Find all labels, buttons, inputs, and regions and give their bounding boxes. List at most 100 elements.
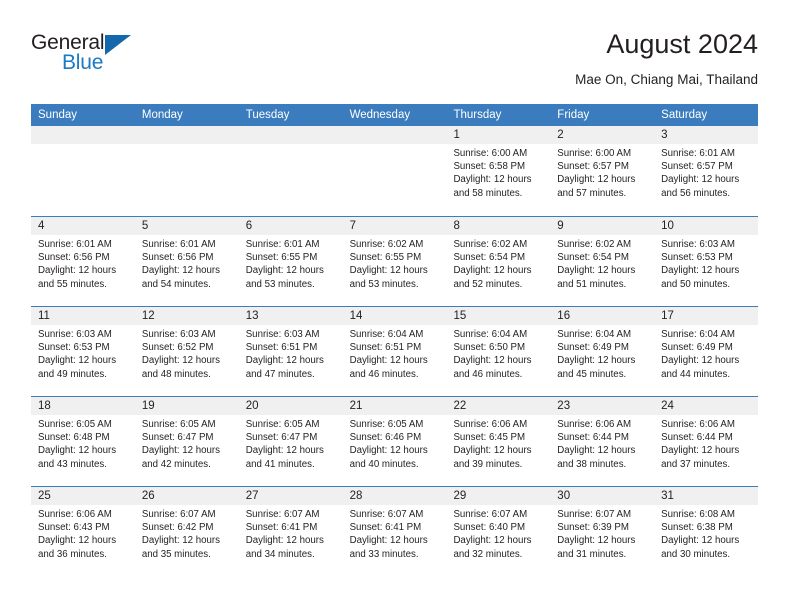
day-info-line: Daylight: 12 hours	[141, 535, 220, 547]
day-cell[interactable]: 4 Sunrise: 6:01 AM Sunset: 6:56 PM Daylight…	[31, 217, 135, 306]
day-number-band: 1	[446, 126, 551, 144]
day-info-line: Sunrise: 6:02 AM	[557, 239, 632, 250]
day-info-line: and 45 minutes.	[557, 368, 627, 380]
day-info-line: Daylight: 12 hours	[245, 445, 324, 457]
day-cell[interactable]: 15 Sunrise: 6:04 AM Sunset: 6:50 PM Dayligh…	[446, 307, 551, 396]
day-info-line: and 30 minutes.	[661, 548, 731, 560]
day-cell[interactable]: 26 Sunrise: 6:07 AM Sunset: 6:42 PM Dayligh…	[134, 487, 239, 576]
day-cell[interactable]: 29 Sunrise: 6:07 AM Sunset: 6:40 PM Dayligh…	[446, 487, 551, 576]
day-sun-info: Sunrise: 6:07 AM Sunset: 6:42 PM Daylight:…	[135, 505, 239, 561]
day-cell[interactable]: 2 Sunrise: 6:00 AM Sunset: 6:57 PM Daylight…	[550, 126, 655, 216]
day-sun-info: Sunrise: 6:03 AM Sunset: 6:53 PM Daylight:…	[654, 235, 758, 291]
day-info-line: Daylight: 12 hours	[557, 445, 636, 457]
day-cell[interactable]: 17 Sunrise: 6:04 AM Sunset: 6:49 PM Dayligh…	[654, 307, 759, 396]
day-sun-info: Sunrise: 6:07 AM Sunset: 6:41 PM Daylight:…	[343, 505, 447, 561]
day-cell[interactable]: 19 Sunrise: 6:05 AM Sunset: 6:47 PM Dayligh…	[134, 397, 239, 486]
day-info-line: Sunset: 6:51 PM	[349, 342, 422, 354]
day-cell[interactable]: 12 Sunrise: 6:03 AM Sunset: 6:52 PM Dayligh…	[134, 307, 239, 396]
day-info-line: Daylight: 12 hours	[453, 174, 532, 186]
day-info-line: Daylight: 12 hours	[245, 535, 324, 547]
day-info-line: and 46 minutes.	[453, 368, 523, 380]
day-number: 23	[557, 400, 571, 412]
day-cell[interactable]: 20 Sunrise: 6:05 AM Sunset: 6:47 PM Dayligh…	[238, 397, 343, 486]
day-cell-empty	[134, 126, 239, 216]
day-cell[interactable]: 8 Sunrise: 6:02 AM Sunset: 6:54 PM Daylight…	[446, 217, 551, 306]
day-cell[interactable]: 22 Sunrise: 6:06 AM Sunset: 6:45 PM Dayligh…	[446, 397, 551, 486]
day-cell[interactable]: 1 Sunrise: 6:00 AM Sunset: 6:58 PM Daylight…	[446, 126, 551, 216]
title-block: August 2024 Mae On, Chiang Mai, Thailand	[575, 28, 758, 89]
day-info-line: Sunset: 6:38 PM	[661, 522, 733, 534]
logo-text-blue: Blue	[62, 51, 104, 74]
day-number: 9	[557, 220, 564, 232]
day-info-line: Sunrise: 6:06 AM	[557, 419, 632, 430]
day-sun-info: Sunrise: 6:05 AM Sunset: 6:47 PM Daylight:…	[135, 415, 239, 471]
day-info-line: Sunset: 6:54 PM	[557, 252, 629, 264]
day-info-line: and 38 minutes.	[557, 458, 627, 470]
day-info-line: Sunset: 6:53 PM	[661, 252, 733, 264]
day-sun-info: Sunrise: 6:03 AM Sunset: 6:53 PM Daylight:…	[31, 325, 135, 381]
day-info-line: Daylight: 12 hours	[349, 265, 428, 277]
day-cell-empty	[31, 126, 135, 216]
day-cell[interactable]: 23 Sunrise: 6:06 AM Sunset: 6:44 PM Dayligh…	[550, 397, 655, 486]
day-info-line: Sunset: 6:41 PM	[349, 522, 422, 534]
day-sun-info: Sunrise: 6:02 AM Sunset: 6:55 PM Daylight:…	[343, 235, 447, 291]
day-number-band: 5	[134, 217, 239, 235]
day-info-line: and 53 minutes.	[349, 278, 419, 290]
day-cell[interactable]: 11 Sunrise: 6:03 AM Sunset: 6:53 PM Dayligh…	[31, 307, 135, 396]
week-row: 1 Sunrise: 6:00 AM Sunset: 6:58 PM Daylight…	[31, 126, 759, 216]
day-cell[interactable]: 10 Sunrise: 6:03 AM Sunset: 6:53 PM Dayligh…	[654, 217, 759, 306]
day-number-band: 21	[342, 397, 447, 415]
day-info-line: Daylight: 12 hours	[453, 445, 532, 457]
day-sun-info: Sunrise: 6:03 AM Sunset: 6:51 PM Daylight:…	[239, 325, 343, 381]
day-sun-info: Sunrise: 6:06 AM Sunset: 6:43 PM Daylight:…	[31, 505, 135, 561]
day-info-line: Sunset: 6:50 PM	[453, 342, 526, 354]
day-cell[interactable]: 25 Sunrise: 6:06 AM Sunset: 6:43 PM Dayligh…	[31, 487, 135, 576]
day-cell[interactable]: 18 Sunrise: 6:05 AM Sunset: 6:48 PM Dayligh…	[31, 397, 135, 486]
day-cell[interactable]: 13 Sunrise: 6:03 AM Sunset: 6:51 PM Dayligh…	[238, 307, 343, 396]
day-number: 3	[661, 129, 668, 141]
day-sun-info: Sunrise: 6:06 AM Sunset: 6:44 PM Daylight:…	[654, 415, 758, 471]
day-sun-info: Sunrise: 6:02 AM Sunset: 6:54 PM Daylight:…	[550, 235, 654, 291]
day-cell[interactable]: 24 Sunrise: 6:06 AM Sunset: 6:44 PM Dayligh…	[654, 397, 759, 486]
day-sun-info: Sunrise: 6:05 AM Sunset: 6:46 PM Daylight:…	[343, 415, 447, 471]
day-cell[interactable]: 27 Sunrise: 6:07 AM Sunset: 6:41 PM Dayligh…	[238, 487, 343, 576]
day-info-line: Daylight: 12 hours	[245, 355, 324, 367]
day-cell[interactable]: 9 Sunrise: 6:02 AM Sunset: 6:54 PM Daylight…	[550, 217, 655, 306]
day-sun-info: Sunrise: 6:06 AM Sunset: 6:45 PM Daylight:…	[446, 415, 550, 471]
day-info-line: Daylight: 12 hours	[453, 535, 532, 547]
day-info-line: Daylight: 12 hours	[557, 535, 636, 547]
day-info-line: Daylight: 12 hours	[141, 445, 220, 457]
day-cell[interactable]: 28 Sunrise: 6:07 AM Sunset: 6:41 PM Dayligh…	[342, 487, 447, 576]
day-cell[interactable]: 3 Sunrise: 6:01 AM Sunset: 6:57 PM Daylight…	[654, 126, 759, 216]
day-info-line: and 52 minutes.	[453, 278, 523, 290]
day-number-band: 4	[31, 217, 135, 235]
general-blue-logo[interactable]: General Blue	[31, 32, 151, 88]
day-info-line: Sunset: 6:53 PM	[38, 342, 110, 354]
day-cell[interactable]: 14 Sunrise: 6:04 AM Sunset: 6:51 PM Dayligh…	[342, 307, 447, 396]
day-number: 18	[38, 400, 51, 412]
day-info-line: Sunrise: 6:07 AM	[557, 509, 632, 520]
day-info-line: and 46 minutes.	[349, 368, 419, 380]
weekday-header-wednesday: Wednesday	[349, 109, 411, 121]
day-info-line: and 41 minutes.	[245, 458, 315, 470]
day-number-band: 6	[238, 217, 343, 235]
day-cell[interactable]: 31 Sunrise: 6:08 AM Sunset: 6:38 PM Dayligh…	[654, 487, 759, 576]
day-cell[interactable]: 30 Sunrise: 6:07 AM Sunset: 6:39 PM Dayligh…	[550, 487, 655, 576]
day-info-line: Sunrise: 6:07 AM	[245, 509, 320, 520]
day-info-line: Sunset: 6:49 PM	[557, 342, 629, 354]
day-cell[interactable]: 6 Sunrise: 6:01 AM Sunset: 6:55 PM Daylight…	[238, 217, 343, 306]
day-info-line: Daylight: 12 hours	[38, 445, 117, 457]
day-number: 31	[661, 490, 674, 502]
day-number: 28	[349, 490, 363, 502]
day-number-band: 16	[550, 307, 655, 325]
day-info-line: and 49 minutes.	[38, 368, 107, 380]
day-info-line: and 37 minutes.	[661, 458, 731, 470]
day-info-line: Sunrise: 6:04 AM	[557, 329, 632, 340]
day-cell[interactable]: 7 Sunrise: 6:02 AM Sunset: 6:55 PM Daylight…	[342, 217, 447, 306]
day-cell[interactable]: 5 Sunrise: 6:01 AM Sunset: 6:56 PM Daylight…	[134, 217, 239, 306]
day-info-line: Daylight: 12 hours	[557, 265, 636, 277]
day-number-band: 7	[342, 217, 447, 235]
day-cell[interactable]: 21 Sunrise: 6:05 AM Sunset: 6:46 PM Dayligh…	[342, 397, 447, 486]
day-cell[interactable]: 16 Sunrise: 6:04 AM Sunset: 6:49 PM Dayligh…	[550, 307, 655, 396]
day-info-line: Sunset: 6:56 PM	[38, 252, 110, 264]
